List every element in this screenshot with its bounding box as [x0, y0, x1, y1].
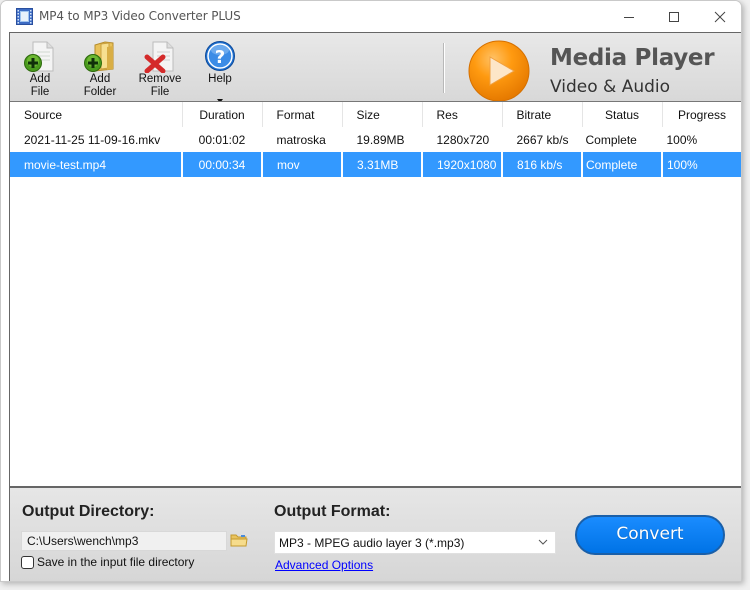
folder-browse-icon[interactable] — [230, 532, 248, 548]
output-format-label: Output Format: — [274, 503, 391, 520]
toolbar: Add File Add Folder Remove File ? Help M… — [10, 33, 741, 103]
remove-file-button[interactable]: Remove File — [132, 39, 188, 101]
output-panel: Output Directory: Save in the input file… — [10, 488, 741, 581]
brand-subtitle: Video & Audio — [550, 77, 671, 97]
toolbar-divider — [443, 43, 445, 93]
table-row-selected[interactable]: movie-test.mp4 00:00:34 mov 3.31MB 1920x… — [10, 152, 741, 177]
help-label: Help — [208, 73, 232, 85]
table-header: Source Duration Format Size Res Bitrate … — [10, 102, 741, 127]
add-file-label-line2: File — [30, 86, 50, 98]
save-in-input-checkbox-row[interactable]: Save in the input file directory — [21, 554, 194, 570]
cell-size: 3.31MB — [342, 152, 423, 177]
column-header-duration[interactable]: Duration — [182, 102, 263, 127]
help-icon: ? — [205, 41, 235, 71]
cell-size: 19.89MB — [342, 127, 423, 152]
file-table: Source Duration Format Size Res Bitrate … — [10, 102, 741, 177]
save-in-input-label: Save in the input file directory — [37, 555, 195, 569]
window-title: MP4 to MP3 Video Converter PLUS — [39, 9, 241, 23]
column-header-size[interactable]: Size — [342, 102, 423, 127]
help-button[interactable]: ? Help — [192, 39, 248, 103]
title-bar: MP4 to MP3 Video Converter PLUS — [1, 1, 741, 32]
app-window: MP4 to MP3 Video Converter PLUS Add File… — [0, 0, 742, 582]
client-area: Add File Add Folder Remove File ? Help M… — [9, 32, 741, 581]
cell-duration: 00:01:02 — [182, 127, 263, 152]
remove-file-label-line1: Remove — [138, 73, 182, 85]
cell-res: 1280x720 — [422, 127, 503, 152]
file-list[interactable]: Source Duration Format Size Res Bitrate … — [10, 101, 741, 488]
cell-duration: 00:00:34 — [182, 152, 263, 177]
cell-progress: 100% — [662, 127, 741, 152]
column-header-format[interactable]: Format — [262, 102, 343, 127]
cell-bitrate: 816 kb/s — [502, 152, 583, 177]
cell-format: mov — [262, 152, 343, 177]
add-folder-label-line1: Add — [89, 73, 111, 85]
remove-file-label-line2: File — [150, 86, 170, 98]
play-icon — [468, 40, 530, 102]
column-header-res[interactable]: Res — [422, 102, 503, 127]
column-header-bitrate[interactable]: Bitrate — [502, 102, 583, 127]
close-button[interactable] — [697, 1, 741, 32]
cell-bitrate: 2667 kb/s — [502, 127, 583, 152]
column-header-source[interactable]: Source — [10, 102, 183, 127]
output-format-value: MP3 - MPEG audio layer 3 (*.mp3) — [279, 536, 465, 550]
output-format-select[interactable]: MP3 - MPEG audio layer 3 (*.mp3) — [274, 531, 556, 554]
maximize-button[interactable] — [651, 1, 697, 32]
svg-text:?: ? — [215, 47, 225, 68]
remove-file-icon — [144, 41, 174, 73]
cell-format: matroska — [262, 127, 343, 152]
close-icon — [714, 11, 726, 22]
table-row[interactable]: 2021-11-25 11-09-16.mkv 00:01:02 matrosk… — [10, 127, 741, 152]
add-folder-label-line2: Folder — [83, 86, 117, 98]
film-strip-icon — [16, 8, 33, 25]
cell-source: 2021-11-25 11-09-16.mkv — [10, 127, 183, 152]
advanced-options-link[interactable]: Advanced Options — [275, 558, 373, 572]
output-directory-label: Output Directory: — [22, 503, 155, 520]
column-header-progress[interactable]: Progress — [662, 102, 741, 127]
maximize-icon — [669, 11, 679, 22]
convert-button[interactable]: Convert — [575, 515, 725, 555]
brand-title: Media Player — [550, 45, 715, 71]
add-file-button[interactable]: Add File — [12, 39, 68, 101]
add-file-icon — [24, 41, 54, 72]
cell-progress: 100% — [662, 152, 741, 177]
minimize-icon — [624, 16, 634, 18]
add-folder-button[interactable]: Add Folder — [72, 39, 128, 101]
chevron-down-icon — [538, 539, 548, 545]
cell-status: Complete — [582, 152, 663, 177]
minimize-button[interactable] — [606, 1, 652, 32]
cell-res: 1920x1080 — [422, 152, 503, 177]
save-in-input-checkbox[interactable] — [21, 555, 34, 569]
column-header-status[interactable]: Status — [582, 102, 663, 127]
output-directory-input[interactable] — [21, 531, 227, 551]
cell-status: Complete — [582, 127, 663, 152]
add-folder-icon — [84, 41, 114, 72]
cell-source: movie-test.mp4 — [10, 152, 183, 177]
add-file-label-line1: Add — [29, 73, 51, 85]
